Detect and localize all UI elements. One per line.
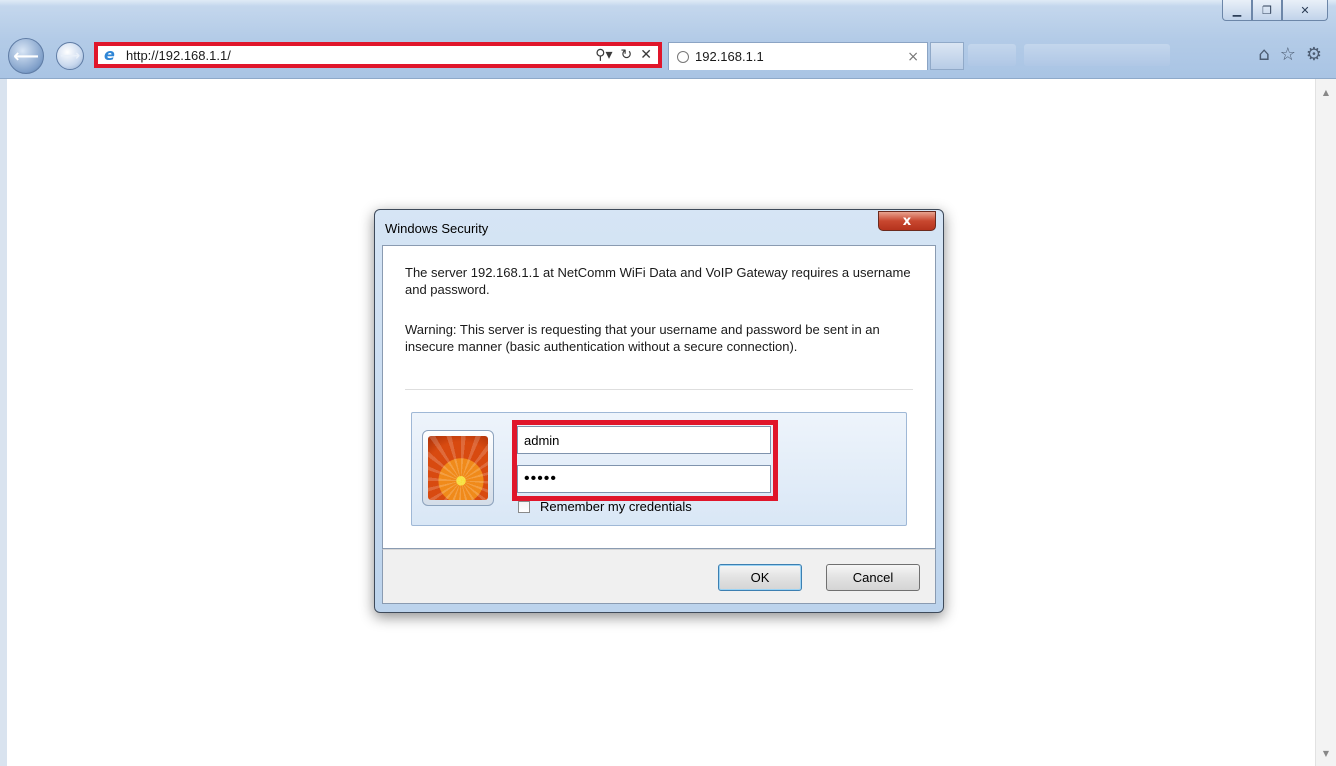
server-message: The server 192.168.1.1 at NetComm WiFi D… [405, 265, 911, 297]
tab-title: 192.168.1.1 [695, 49, 764, 64]
browser-tab[interactable]: 192.168.1.1 × [668, 42, 928, 70]
flower-avatar-icon [428, 436, 488, 500]
forward-button[interactable]: ⟶ [56, 42, 84, 70]
username-field[interactable] [517, 426, 771, 454]
forward-arrow-icon: ⟶ [59, 48, 81, 64]
loading-icon [677, 50, 689, 63]
window-controls: ▁ ❐ ✕ [1222, 0, 1328, 21]
password-field[interactable]: ••••• [517, 465, 771, 493]
favorites-star-icon[interactable]: ☆ [1280, 44, 1296, 66]
dialog-close-button[interactable]: x [878, 211, 936, 231]
search-icon[interactable]: ⚲▾ [595, 47, 612, 63]
user-avatar [422, 430, 494, 506]
address-url[interactable]: http://192.168.1.1/ [126, 48, 231, 63]
dialog-footer: OK Cancel [382, 549, 936, 604]
gear-icon[interactable]: ⚙ [1306, 44, 1322, 66]
scroll-down-icon[interactable]: ▼ [1316, 744, 1336, 762]
new-tab-button[interactable] [930, 42, 964, 70]
back-arrow-icon: ⟵ [13, 45, 39, 67]
blurred-toolbar-item [1024, 44, 1170, 66]
refresh-icon[interactable]: ↻ [621, 47, 633, 63]
window-left-border [0, 79, 7, 766]
command-icons: ⌂ ☆ ⚙ [1258, 44, 1322, 66]
scroll-up-icon[interactable]: ▲ [1316, 83, 1336, 101]
minimize-button[interactable]: ▁ [1222, 0, 1252, 21]
blurred-toolbar-item [968, 44, 1016, 66]
remember-checkbox[interactable] [518, 500, 530, 513]
chrome-top-fade [0, 0, 1336, 6]
ok-button[interactable]: OK [718, 564, 802, 591]
dialog-body: The server 192.168.1.1 at NetComm WiFi D… [382, 245, 936, 549]
home-icon[interactable]: ⌂ [1258, 44, 1269, 66]
window-close-button[interactable]: ✕ [1282, 0, 1328, 21]
remember-label: Remember my credentials [540, 499, 692, 514]
stop-icon[interactable]: ✕ [640, 47, 652, 63]
cancel-button[interactable]: Cancel [826, 564, 920, 591]
restore-button[interactable]: ❐ [1252, 0, 1282, 21]
dialog-title: Windows Security [385, 221, 489, 236]
address-bar[interactable]: e http://192.168.1.1/ ⚲▾ ↻ ✕ [94, 42, 662, 68]
browser-toolbar: ▁ ❐ ✕ ⟵ ⟶ e http://192.168.1.1/ ⚲▾ ↻ ✕ 1… [0, 0, 1336, 79]
remember-credentials[interactable]: Remember my credentials [518, 499, 692, 514]
credential-panel: ••••• Remember my credentials [411, 412, 907, 526]
divider [405, 389, 913, 390]
vertical-scrollbar[interactable]: ▲ ▼ [1315, 79, 1336, 766]
windows-security-dialog: Windows Security x The server 192.168.1.… [374, 209, 944, 613]
back-button[interactable]: ⟵ [8, 38, 44, 74]
tab-close-icon[interactable]: × [907, 49, 919, 65]
ie-logo-icon: e [104, 45, 115, 64]
security-warning: Warning: This server is requesting that … [405, 322, 880, 354]
